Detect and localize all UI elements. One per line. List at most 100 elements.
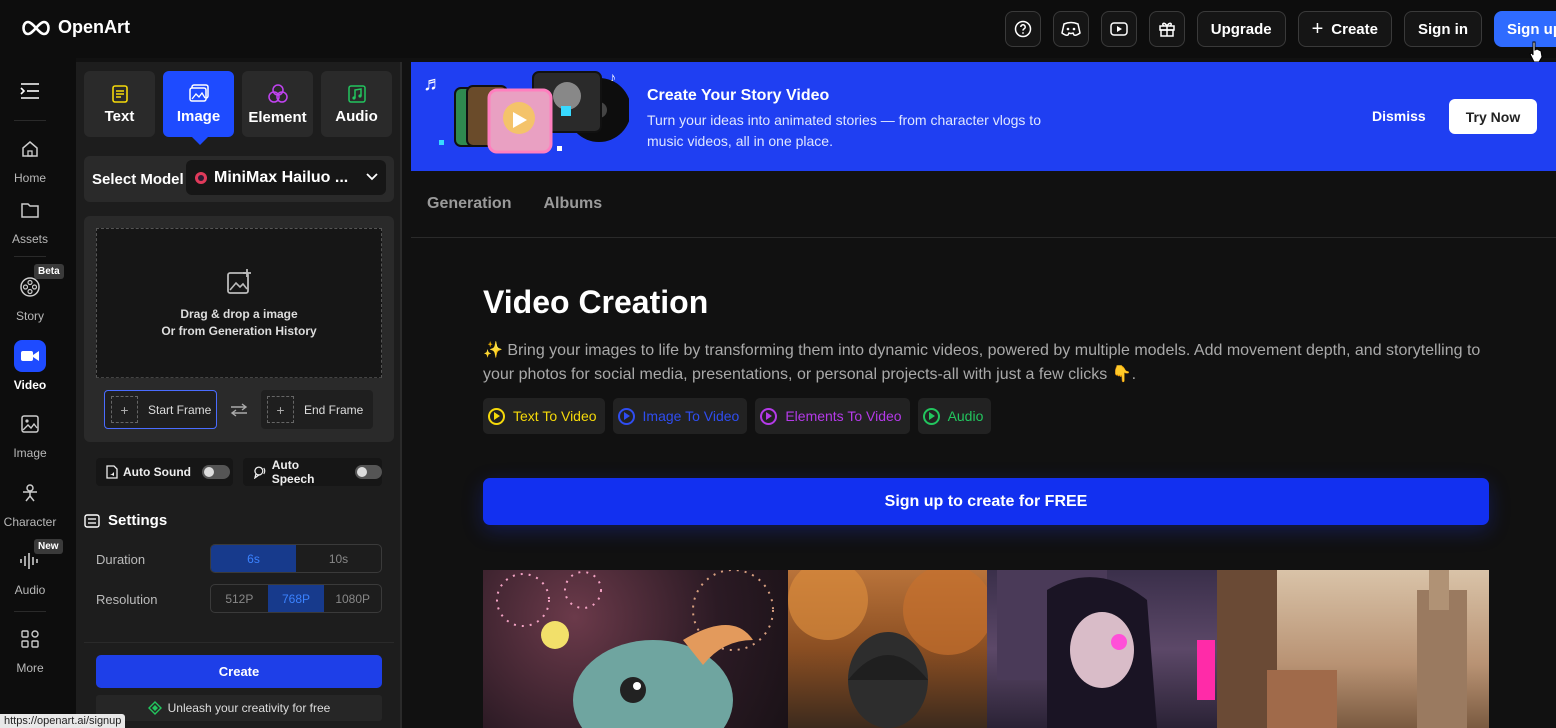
sound-file-icon [106, 465, 118, 479]
minimax-logo-icon [195, 171, 207, 184]
sign-up-button[interactable]: Sign up [1494, 11, 1556, 47]
auto-speech-label: Auto Speech [271, 458, 315, 486]
duration-option-10s[interactable]: 10s [296, 545, 381, 572]
plus-icon: + [111, 396, 138, 423]
tab-label: Element [248, 108, 307, 126]
apps-grid-icon [21, 630, 39, 648]
settings-header: Settings [84, 512, 167, 529]
audio-wave-icon [20, 553, 38, 569]
resolution-option-1080p[interactable]: 1080P [324, 585, 381, 612]
panel-divider [84, 642, 394, 643]
create-video-button[interactable]: Create [96, 655, 382, 688]
start-frame-label: Start Frame [148, 402, 212, 417]
settings-panel-icon [84, 513, 100, 528]
free-credits-label: Unleash your creativity for free [167, 701, 331, 715]
text-doc-icon [111, 84, 128, 103]
dismiss-button[interactable]: Dismiss [1372, 108, 1426, 124]
banner-title: Create Your Story Video [647, 87, 830, 104]
resolution-selector: 512P 768P 1080P [210, 584, 382, 613]
resolution-option-768p[interactable]: 768P [267, 585, 325, 612]
select-model-label: Select Model [92, 170, 184, 188]
discord-button[interactable] [1052, 11, 1089, 47]
auto-speech-toggle[interactable]: Auto Speech [243, 458, 383, 486]
gallery-image-cyberpunk[interactable] [987, 570, 1217, 728]
create-button-label: Create [1331, 20, 1378, 38]
play-circle-icon [617, 407, 635, 425]
auto-sound-switch[interactable] [201, 465, 230, 479]
nav-divider [14, 611, 46, 612]
help-button[interactable] [1004, 11, 1041, 47]
model-select[interactable]: MiniMax Hailuo ... [186, 160, 386, 195]
collapse-menu-button[interactable] [20, 82, 40, 105]
chip-label: Elements To Video [785, 408, 902, 424]
top-bar: OpenArt Upgrade + Create Sign in Sign up [0, 0, 1556, 63]
resolution-label: Resolution [96, 592, 158, 607]
tab-label: Text [104, 107, 135, 125]
chip-image-to-video[interactable]: Image To Video [612, 398, 748, 434]
nav-item-assets[interactable]: Assets [0, 194, 60, 246]
story-collage-illustration: ♬ ♪ [423, 69, 629, 154]
upgrade-button[interactable]: Upgrade [1196, 11, 1286, 47]
mouse-cursor-icon [1529, 41, 1543, 63]
tab-audio[interactable]: Audio [321, 71, 392, 137]
tab-element[interactable]: Element [242, 71, 313, 137]
duration-label: Duration [96, 552, 146, 567]
start-frame-button[interactable]: + Start Frame [104, 390, 217, 429]
nav-item-label: Home [13, 171, 46, 185]
auto-sound-toggle[interactable]: Auto Sound [96, 458, 233, 486]
auto-speech-switch[interactable] [354, 465, 383, 479]
nav-item-character[interactable]: Character [0, 477, 60, 529]
svg-text:♬: ♬ [423, 73, 443, 95]
nav-item-more[interactable]: More [0, 623, 60, 675]
free-credits-banner[interactable]: Unleash your creativity for free [96, 695, 382, 721]
chip-label: Image To Video [642, 408, 740, 424]
swap-arrows-icon[interactable] [230, 403, 248, 417]
nav-item-video[interactable]: Video [0, 340, 60, 392]
top-actions: Upgrade + Create Sign in Sign up [1004, 11, 1556, 47]
nav-item-home[interactable]: Home [0, 133, 60, 185]
tutorial-video-button[interactable] [1100, 11, 1137, 47]
play-circle-icon [760, 407, 778, 425]
try-now-button[interactable]: Try Now [1449, 99, 1537, 134]
resolution-option-512p[interactable]: 512P [211, 585, 268, 612]
diamond-sparkle-icon [147, 701, 162, 715]
duration-selector: 6s 10s [210, 544, 382, 573]
element-circles-icon [267, 83, 288, 103]
video-camera-icon [21, 351, 39, 361]
nav-item-image[interactable]: Image [0, 408, 60, 460]
sign-in-button[interactable]: Sign in [1404, 11, 1482, 47]
tab-pointer-icon [192, 137, 208, 145]
nav-item-label: Character [3, 515, 57, 529]
input-type-tabs: Text Image Element Audio [84, 71, 392, 137]
plus-icon: + [1311, 17, 1324, 40]
end-frame-label: End Frame [304, 402, 364, 417]
duration-option-6s[interactable]: 6s [211, 545, 296, 572]
banner-subtitle: Turn your ideas into animated stories — … [647, 112, 1041, 149]
signup-cta-button[interactable]: Sign up to create for FREE [483, 478, 1489, 525]
generation-panel: Text Image Element Audio Select Model Mi… [76, 62, 402, 728]
create-button[interactable]: + Create [1297, 11, 1392, 47]
tab-generation[interactable]: Generation [427, 195, 511, 213]
chip-text-to-video[interactable]: Text To Video [483, 398, 605, 434]
play-circle-icon [922, 407, 940, 425]
end-frame-button[interactable]: + End Frame [261, 390, 373, 429]
chip-audio[interactable]: Audio [917, 398, 992, 434]
brand-logo[interactable]: OpenArt [20, 17, 130, 38]
gallery-image-dragon[interactable] [483, 570, 788, 728]
main-tabs: Generation Albums [427, 195, 602, 213]
add-image-icon [227, 269, 251, 294]
tab-albums[interactable]: Albums [543, 195, 602, 213]
autumn-figure-illustration [788, 570, 987, 728]
gallery-image-autumn[interactable] [788, 570, 987, 728]
drop-line-1: Drag & drop a image [180, 307, 298, 321]
nav-divider [14, 256, 46, 257]
tab-text[interactable]: Text [84, 71, 155, 137]
gallery-image-city[interactable] [1217, 570, 1489, 728]
gift-button[interactable] [1148, 11, 1185, 47]
chip-elements-to-video[interactable]: Elements To Video [755, 398, 910, 434]
play-video-icon [1110, 22, 1128, 36]
help-icon [1014, 20, 1032, 38]
image-drop-zone[interactable]: Drag & drop a image Or from Generation H… [96, 228, 382, 378]
nav-item-label: Image [13, 446, 47, 460]
tab-image[interactable]: Image [163, 71, 234, 137]
